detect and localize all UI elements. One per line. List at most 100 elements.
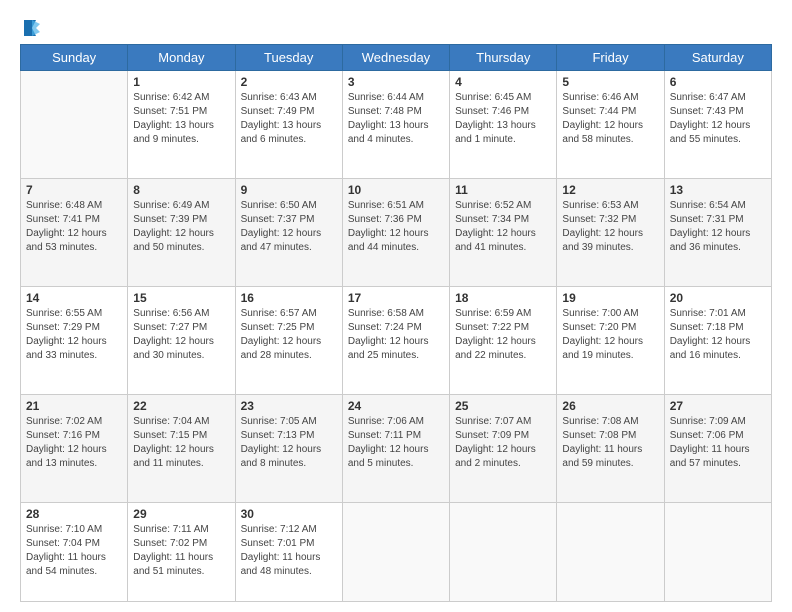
day-info-line: Daylight: 12 hours bbox=[26, 228, 107, 239]
day-info-line: and 4 minutes. bbox=[348, 134, 414, 145]
day-info-line: Sunrise: 7:09 AM bbox=[670, 416, 746, 427]
day-number: 14 bbox=[26, 291, 122, 305]
calendar-cell: 26Sunrise: 7:08 AMSunset: 7:08 PMDayligh… bbox=[557, 394, 664, 502]
calendar-cell: 27 Sunrise: 7:09 AM Sunset: 7:06 PM Dayligh… bbox=[664, 394, 771, 502]
day-info: Sunrise: 6:46 AMSunset: 7:44 PMDaylight:… bbox=[562, 91, 658, 147]
day-info-line: Daylight: 12 hours bbox=[348, 228, 429, 239]
day-info-line: and 5 minutes. bbox=[348, 458, 414, 469]
weekday-header: Tuesday bbox=[235, 45, 342, 71]
weekday-header: Friday bbox=[557, 45, 664, 71]
calendar-cell: 12Sunrise: 6:53 AMSunset: 7:32 PMDayligh… bbox=[557, 178, 664, 286]
day-number: 16 bbox=[241, 291, 337, 305]
calendar-cell: 30Sunrise: 7:12 AMSunset: 7:01 PMDayligh… bbox=[235, 502, 342, 601]
day-info-line: Sunrise: 6:42 AM bbox=[133, 92, 209, 103]
day-info-line: Daylight: 11 hours bbox=[562, 444, 642, 455]
day-info-line: and 16 minutes. bbox=[670, 350, 741, 361]
day-info-line: and 2 minutes. bbox=[455, 458, 521, 469]
page: SundayMondayTuesdayWednesdayThursdayFrid… bbox=[0, 0, 792, 612]
day-info-line: Daylight: 12 hours bbox=[348, 336, 429, 347]
day-info-line: Daylight: 12 hours bbox=[455, 444, 536, 455]
day-info: Sunrise: 6:43 AMSunset: 7:49 PMDaylight:… bbox=[241, 91, 337, 147]
day-info-line: Daylight: 13 hours bbox=[133, 120, 214, 131]
day-info-line: Daylight: 12 hours bbox=[562, 336, 643, 347]
calendar-cell: 13 Sunrise: 6:54 AMSunset: 7:31 PMDayligh… bbox=[664, 178, 771, 286]
day-info-line: and 50 minutes. bbox=[133, 242, 204, 253]
day-info: Sunrise: 6:54 AMSunset: 7:31 PMDaylight:… bbox=[670, 199, 766, 255]
day-info: Sunrise: 7:02 AMSunset: 7:16 PMDaylight:… bbox=[26, 415, 122, 471]
day-number: 30 bbox=[241, 507, 337, 521]
day-info-line: Sunset: 7:48 PM bbox=[348, 106, 422, 117]
day-info-line: and 59 minutes. bbox=[562, 458, 633, 469]
day-info-line: Sunset: 7:08 PM bbox=[562, 430, 636, 441]
day-number: 17 bbox=[348, 291, 444, 305]
day-info-line: Sunset: 7:06 PM bbox=[670, 430, 744, 441]
day-number: 6 bbox=[670, 75, 766, 89]
day-info-line: and 28 minutes. bbox=[241, 350, 312, 361]
day-info-line: and 53 minutes. bbox=[26, 242, 97, 253]
day-info-line: Sunrise: 6:44 AM bbox=[348, 92, 424, 103]
day-info-line: Daylight: 12 hours bbox=[455, 228, 536, 239]
day-number: 11 bbox=[455, 183, 551, 197]
day-info-line: Sunrise: 7:11 AM bbox=[133, 524, 208, 535]
day-info-line: Sunrise: 7:08 AM bbox=[562, 416, 638, 427]
day-info-line: Daylight: 13 hours bbox=[348, 120, 429, 131]
calendar-cell: 29Sunrise: 7:11 AMSunset: 7:02 PMDayligh… bbox=[128, 502, 235, 601]
day-number: 20 bbox=[670, 291, 766, 305]
day-number: 18 bbox=[455, 291, 551, 305]
day-info: Sunrise: 6:57 AMSunset: 7:25 PMDaylight:… bbox=[241, 307, 337, 363]
logo bbox=[20, 18, 42, 34]
day-number: 12 bbox=[562, 183, 658, 197]
day-number: 13 bbox=[670, 183, 766, 197]
day-info-line: Sunrise: 6:47 AM bbox=[670, 92, 746, 103]
day-number: 4 bbox=[455, 75, 551, 89]
day-info-line: and 19 minutes. bbox=[562, 350, 633, 361]
day-info-line: Sunrise: 6:55 AM bbox=[26, 308, 102, 319]
weekday-header: Sunday bbox=[21, 45, 128, 71]
day-info-line: Daylight: 12 hours bbox=[26, 336, 107, 347]
day-info-line: Daylight: 12 hours bbox=[133, 228, 214, 239]
day-info-line: and 41 minutes. bbox=[455, 242, 526, 253]
day-info-line: Sunrise: 6:46 AM bbox=[562, 92, 638, 103]
weekday-header: Saturday bbox=[664, 45, 771, 71]
day-info-line: Daylight: 12 hours bbox=[241, 228, 322, 239]
day-info-line: and 39 minutes. bbox=[562, 242, 633, 253]
day-info: Sunrise: 6:44 AM Sunset: 7:48 PM Daylight:… bbox=[348, 91, 444, 147]
day-info-line: Daylight: 11 hours bbox=[670, 444, 750, 455]
day-info-line: Sunset: 7:32 PM bbox=[562, 214, 636, 225]
day-info-line: Daylight: 13 hours bbox=[241, 120, 322, 131]
day-info-line: and 44 minutes. bbox=[348, 242, 419, 253]
day-info-line: and 58 minutes. bbox=[562, 134, 633, 145]
day-info-line: Sunrise: 7:02 AM bbox=[26, 416, 102, 427]
day-info: Sunrise: 6:52 AMSunset: 7:34 PMDaylight:… bbox=[455, 199, 551, 255]
day-number: 8 bbox=[133, 183, 229, 197]
day-info: Sunrise: 6:56 AMSunset: 7:27 PMDaylight:… bbox=[133, 307, 229, 363]
day-info: Sunrise: 6:50 AMSunset: 7:37 PMDaylight:… bbox=[241, 199, 337, 255]
day-info: Sunrise: 7:11 AMSunset: 7:02 PMDaylight:… bbox=[133, 523, 229, 579]
day-info-line: Sunrise: 6:49 AM bbox=[133, 200, 209, 211]
day-info-line: Daylight: 12 hours bbox=[26, 444, 107, 455]
day-info-line: Sunrise: 7:05 AM bbox=[241, 416, 317, 427]
day-number: 27 bbox=[670, 399, 766, 413]
day-info-line: Sunset: 7:41 PM bbox=[26, 214, 100, 225]
day-info: Sunrise: 6:45 AMSunset: 7:46 PMDaylight:… bbox=[455, 91, 551, 147]
day-info-line: Sunset: 7:46 PM bbox=[455, 106, 529, 117]
day-info-line: Daylight: 12 hours bbox=[562, 228, 643, 239]
calendar-cell: 19Sunrise: 7:00 AMSunset: 7:20 PMDayligh… bbox=[557, 286, 664, 394]
day-info-line: Sunset: 7:01 PM bbox=[241, 538, 315, 549]
day-info-line: and 6 minutes. bbox=[241, 134, 307, 145]
day-info: Sunrise: 7:09 AM Sunset: 7:06 PM Daylight:… bbox=[670, 415, 766, 471]
calendar-cell: 17Sunrise: 6:58 AMSunset: 7:24 PMDayligh… bbox=[342, 286, 449, 394]
day-number: 10 bbox=[348, 183, 444, 197]
day-info: Sunrise: 7:00 AMSunset: 7:20 PMDaylight:… bbox=[562, 307, 658, 363]
day-info-line: Sunrise: 7:00 AM bbox=[562, 308, 638, 319]
day-info-line: Sunset: 7:29 PM bbox=[26, 322, 100, 333]
day-number: 24 bbox=[348, 399, 444, 413]
calendar-cell: 6Sunrise: 6:47 AMSunset: 7:43 PMDaylight… bbox=[664, 71, 771, 179]
day-number: 2 bbox=[241, 75, 337, 89]
day-info-line: Sunrise: 7:10 AM bbox=[26, 524, 102, 535]
day-info-line: Sunrise: 6:48 AM bbox=[26, 200, 102, 211]
day-info-line: and 30 minutes. bbox=[133, 350, 204, 361]
day-info-line: Sunset: 7:24 PM bbox=[348, 322, 422, 333]
day-info-line: and 1 minute. bbox=[455, 134, 516, 145]
day-number: 15 bbox=[133, 291, 229, 305]
